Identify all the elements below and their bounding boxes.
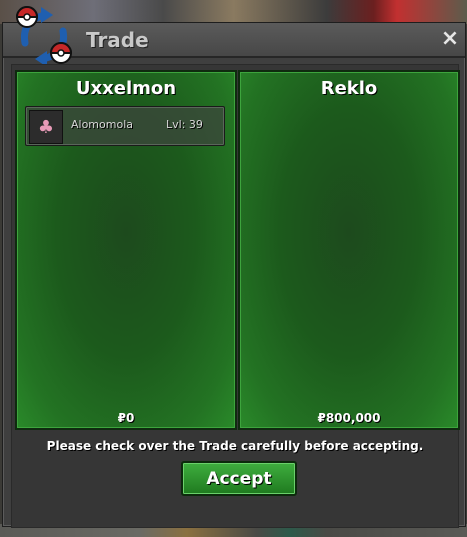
item-pokemon-level: Lvl: 39 bbox=[166, 118, 203, 131]
right-player-money: ₽800,000 bbox=[317, 411, 381, 425]
right-player-name: Reklo bbox=[320, 78, 378, 99]
trade-notice: Please check over the Trade carefully be… bbox=[46, 439, 424, 453]
trade-swap-logo-icon bbox=[15, 6, 73, 67]
item-pokemon-name: Alomomola bbox=[71, 118, 133, 131]
left-player-panel: Uxxelmon ♣ Alomomola Lvl: 39 ₽0 bbox=[15, 70, 237, 430]
window-title: Trade bbox=[86, 28, 149, 52]
pink-pokemon-icon: ♣ bbox=[29, 110, 63, 144]
trade-content: Uxxelmon ♣ Alomomola Lvl: 39 ₽0 Reklo ₽8… bbox=[11, 64, 460, 528]
left-player-money: ₽0 bbox=[117, 411, 135, 425]
right-player-panel: Reklo ₽800,000 bbox=[238, 70, 460, 430]
trade-window: Trade × Uxxelmon ♣ Alomomola Lvl: 39 ₽0 … bbox=[2, 6, 466, 528]
accept-button[interactable]: Accept bbox=[181, 461, 297, 496]
trade-item-slot[interactable]: ♣ Alomomola Lvl: 39 bbox=[25, 106, 225, 146]
close-icon[interactable]: × bbox=[439, 26, 461, 51]
left-player-name: Uxxelmon bbox=[75, 78, 177, 99]
